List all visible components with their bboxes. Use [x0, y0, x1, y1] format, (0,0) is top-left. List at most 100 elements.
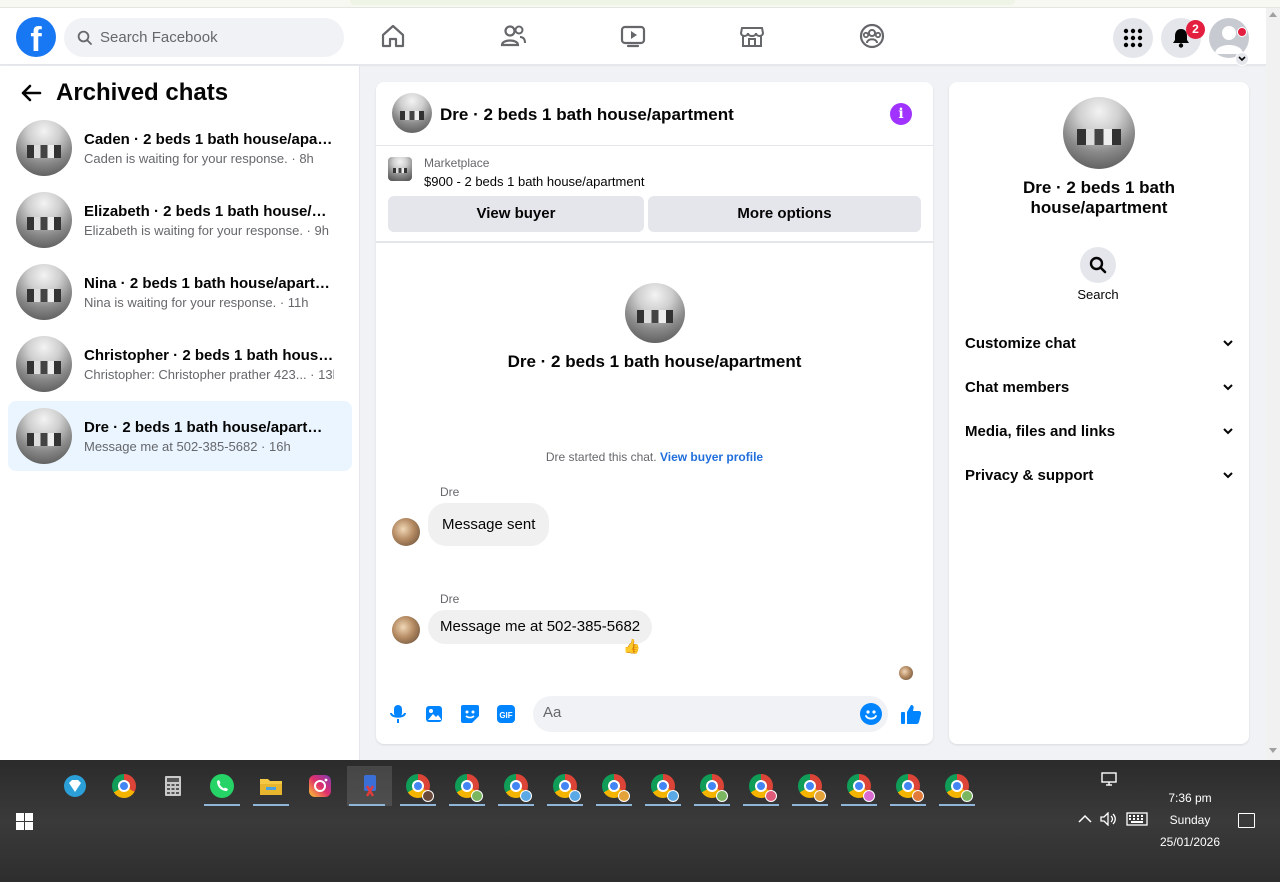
chevron-down-icon	[1223, 383, 1233, 390]
listing-thumbnail-large	[625, 283, 685, 343]
chrome-profile-icon[interactable]	[594, 766, 634, 806]
chat-preview: Message me at 502-385-5682 · 16h	[84, 438, 291, 454]
chat-name: Dre · 2 beds 1 bath house/apartme...	[84, 418, 334, 436]
view-buyer-button[interactable]: View buyer	[388, 196, 644, 232]
friends-icon[interactable]	[499, 22, 527, 50]
snipping-tool-icon[interactable]	[347, 766, 392, 806]
menu-grid-button[interactable]	[1113, 18, 1153, 58]
marketplace-icon[interactable]	[738, 22, 766, 50]
message-bubble[interactable]: Message me at 502-385-5682	[428, 610, 653, 644]
chat-name: Elizabeth · 2 beds 1 bath house/ap...	[84, 202, 334, 220]
sticker-icon[interactable]	[459, 703, 481, 725]
page-scrollbar[interactable]	[1266, 8, 1280, 760]
windows-start-icon[interactable]	[16, 813, 33, 830]
conversation-title[interactable]: Dre · 2 beds 1 bath house/apartment	[440, 105, 734, 125]
chat-list-item-selected[interactable]: Dre · 2 beds 1 bath house/apartme... Mes…	[8, 401, 352, 471]
info-panel-title: Dre · 2 beds 1 bath house/apartment	[1022, 178, 1176, 217]
listing-thumbnail	[16, 408, 72, 464]
view-buyer-profile-link[interactable]: View buyer profile	[660, 450, 763, 464]
chat-list-item[interactable]: Nina · 2 beds 1 bath house/apartm... Nin…	[8, 257, 352, 327]
conversation-intro-title: Dre · 2 beds 1 bath house/apartment	[507, 352, 802, 371]
like-icon[interactable]	[899, 702, 923, 726]
sender-avatar[interactable]	[392, 616, 420, 644]
chevron-down-icon	[1223, 471, 1233, 478]
gif-icon[interactable]: GIF	[495, 703, 517, 725]
back-arrow-icon[interactable]	[16, 78, 46, 108]
marketplace-label: Marketplace	[424, 156, 490, 170]
message-composer[interactable]	[533, 696, 888, 732]
photo-icon[interactable]	[423, 703, 445, 725]
thumbs-up-reaction-icon[interactable]: 👍	[623, 638, 640, 655]
chrome-profile-icon[interactable]	[496, 766, 536, 806]
calculator-icon[interactable]	[153, 766, 193, 806]
message-bubble[interactable]: Message sent	[428, 503, 550, 546]
info-icon[interactable]: i	[890, 103, 912, 125]
chat-preview: Elizabeth is waiting for your response. …	[84, 222, 329, 238]
seen-avatar	[899, 666, 913, 680]
row-label: Chat members	[965, 378, 1070, 396]
chrome-profile-icon[interactable]	[545, 766, 585, 806]
top-navigation-bar: f 2	[0, 8, 1266, 66]
chrome-profile-icon[interactable]	[643, 766, 683, 806]
clock-time[interactable]: 7:36 pm	[1150, 791, 1230, 805]
chat-members-row[interactable]: Chat members	[957, 367, 1241, 407]
clock-date[interactable]: 25/01/2026	[1150, 835, 1230, 849]
conversation-header: Dre · 2 beds 1 bath house/apartment i	[376, 82, 933, 146]
listing-title[interactable]: $900 - 2 beds 1 bath house/apartment	[424, 174, 644, 189]
facebook-logo[interactable]: f	[16, 17, 56, 57]
more-options-button[interactable]: More options	[648, 196, 921, 232]
media-files-links-row[interactable]: Media, files and links	[957, 411, 1241, 451]
chevron-down-icon[interactable]	[1235, 52, 1249, 66]
home-icon[interactable]	[379, 22, 407, 50]
row-label: Media, files and links	[965, 422, 1116, 440]
sender-avatar[interactable]	[392, 518, 420, 546]
chrome-profile-icon[interactable]	[741, 766, 781, 806]
privacy-support-row[interactable]: Privacy & support	[957, 455, 1241, 495]
chevron-up-icon[interactable]	[1078, 812, 1092, 827]
instagram-icon[interactable]	[300, 766, 340, 806]
network-computer-icon[interactable]	[1100, 772, 1118, 788]
conversation-panel: Dre · 2 beds 1 bath house/apartment i Ma…	[376, 82, 933, 744]
listing-thumbnail	[388, 157, 412, 181]
search-in-conversation-button[interactable]	[1080, 247, 1116, 283]
windows-taskbar: 7:36 pm Sunday 25/01/2026	[0, 760, 1280, 882]
groups-icon[interactable]	[858, 22, 886, 50]
chrome-profile-icon[interactable]	[790, 766, 830, 806]
chrome-profile-icon[interactable]	[937, 766, 977, 806]
search-input[interactable]	[100, 29, 330, 46]
volume-icon[interactable]	[1100, 811, 1118, 829]
notification-badge: 2	[1186, 20, 1205, 39]
search-icon	[77, 30, 92, 45]
clock-day[interactable]: Sunday	[1150, 813, 1230, 827]
chrome-profile-icon[interactable]	[839, 766, 879, 806]
customize-chat-row[interactable]: Customize chat	[957, 323, 1241, 363]
message-input[interactable]	[543, 704, 843, 721]
scroll-up-arrow-icon[interactable]	[1269, 12, 1277, 17]
file-explorer-icon[interactable]	[251, 766, 291, 806]
watch-icon[interactable]	[619, 22, 647, 50]
marketplace-banner: Marketplace $900 - 2 beds 1 bath house/a…	[376, 147, 933, 243]
listing-thumbnail-large	[1063, 97, 1135, 169]
emoji-icon[interactable]	[860, 703, 882, 725]
listing-thumbnail[interactable]	[392, 93, 432, 133]
shield-app-icon[interactable]	[55, 766, 95, 806]
chat-list-item[interactable]: Caden · 2 beds 1 bath house/apart... Cad…	[8, 113, 352, 183]
chat-list-item[interactable]: Christopher · 2 beds 1 bath house/... Ch…	[8, 329, 352, 399]
chrome-icon[interactable]	[104, 766, 144, 806]
chrome-profile-icon[interactable]	[888, 766, 928, 806]
sidebar-title: Archived chats	[56, 79, 229, 106]
chrome-profile-icon[interactable]	[398, 766, 438, 806]
microphone-icon[interactable]	[387, 703, 409, 725]
chrome-profile-icon[interactable]	[447, 766, 487, 806]
conversation-info-panel: Dre · 2 beds 1 bath house/apartment Sear…	[949, 82, 1249, 744]
keyboard-icon[interactable]	[1126, 812, 1148, 829]
chat-list-item[interactable]: Elizabeth · 2 beds 1 bath house/ap... El…	[8, 185, 352, 255]
search-label: Search	[1077, 287, 1119, 302]
chat-preview: Nina is waiting for your response. · 11h	[84, 294, 309, 310]
chat-started-notice: Dre started this chat. View buyer profil…	[376, 450, 933, 464]
whatsapp-icon[interactable]	[202, 766, 242, 806]
action-center-icon[interactable]	[1238, 813, 1255, 828]
chrome-profile-icon[interactable]	[692, 766, 732, 806]
scroll-down-arrow-icon[interactable]	[1269, 748, 1277, 753]
search-box[interactable]	[64, 18, 344, 57]
